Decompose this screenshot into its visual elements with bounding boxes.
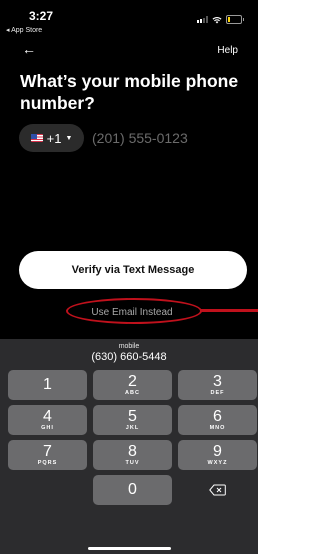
phone-screen: 3:27 ◂ App Store ← Help What’s your mobi… xyxy=(0,0,258,554)
key-5[interactable]: 5 JKL xyxy=(93,405,172,435)
autofill-suggestion[interactable]: mobile (630) 660-5448 xyxy=(0,343,258,363)
key-letters: JKL xyxy=(125,424,140,431)
key-6[interactable]: 6 MNO xyxy=(178,405,257,435)
key-2[interactable]: 2 ABC xyxy=(93,370,172,400)
help-link[interactable]: Help xyxy=(217,45,238,56)
battery-icon xyxy=(226,15,244,24)
key-letters: PQRS xyxy=(37,459,58,466)
key-0[interactable]: 0 xyxy=(93,475,172,505)
signal-icon xyxy=(197,16,208,23)
chevron-down-icon: ▼ xyxy=(65,134,73,142)
key-letters: DEF xyxy=(210,389,225,396)
highlight-pointer-line xyxy=(201,309,258,312)
verify-text-message-button[interactable]: Verify via Text Message xyxy=(19,251,247,289)
key-letters: ABC xyxy=(125,389,140,396)
key-digit: 7 xyxy=(43,442,52,460)
phone-number-input[interactable] xyxy=(92,126,242,150)
key-8[interactable]: 8 TUV xyxy=(93,440,172,470)
suggestion-number: (630) 660-5448 xyxy=(91,351,167,363)
key-digit: 5 xyxy=(128,407,137,425)
key-3[interactable]: 3 DEF xyxy=(178,370,257,400)
us-flag-icon xyxy=(30,134,43,142)
key-9[interactable]: 9 WXYZ xyxy=(178,440,257,470)
key-digit: 4 xyxy=(43,407,52,425)
key-digit: 3 xyxy=(213,372,222,390)
status-icons xyxy=(197,15,244,24)
back-to-app-link[interactable]: ◂ App Store xyxy=(6,26,42,34)
key-digit: 2 xyxy=(128,372,137,390)
backspace-icon xyxy=(209,484,226,496)
numeric-keypad: mobile (630) 660-5448 1 2 ABC 3 DEF 4 GH… xyxy=(0,339,258,554)
key-letters: WXYZ xyxy=(207,459,228,466)
key-letters: GHI xyxy=(41,424,54,431)
key-digit: 1 xyxy=(43,376,52,393)
suggestion-label: mobile xyxy=(118,343,140,350)
key-digit: 0 xyxy=(128,481,137,498)
wifi-icon xyxy=(212,16,222,23)
key-4[interactable]: 4 GHI xyxy=(8,405,87,435)
key-digit: 6 xyxy=(213,407,222,425)
key-letters: MNO xyxy=(209,424,226,431)
key-1[interactable]: 1 xyxy=(8,370,87,400)
key-digit: 8 xyxy=(128,442,137,460)
back-arrow-icon[interactable]: ← xyxy=(22,41,36,57)
key-7[interactable]: 7 PQRS xyxy=(8,440,87,470)
page-title: What’s your mobile phone number? xyxy=(20,71,239,113)
highlight-circle xyxy=(66,298,202,324)
status-time: 3:27 xyxy=(29,9,54,23)
country-code: +1 xyxy=(46,130,62,146)
home-indicator xyxy=(88,547,171,550)
key-letters: TUV xyxy=(125,459,140,466)
key-digit: 9 xyxy=(213,442,222,460)
delete-key[interactable] xyxy=(178,475,257,505)
country-code-selector[interactable]: +1 ▼ xyxy=(19,124,84,152)
